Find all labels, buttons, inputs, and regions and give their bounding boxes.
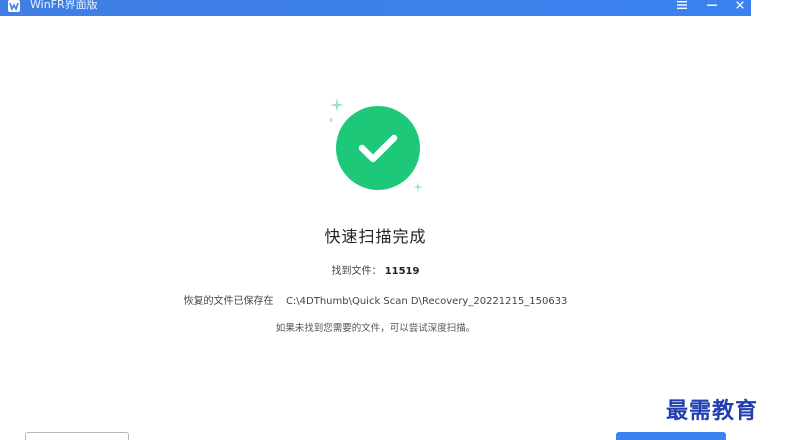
- close-icon[interactable]: [729, 0, 751, 15]
- sparkle-icon: [413, 182, 423, 192]
- found-files-line: 找到文件： 11519: [0, 262, 751, 277]
- app-logo-icon: [8, 0, 20, 12]
- saved-location-path[interactable]: C:\4DThumb\Quick Scan D\Recovery_2022121…: [286, 296, 567, 307]
- scan-complete-title: 快速扫描完成: [324, 227, 427, 246]
- window-title: WinFR界面版: [30, 0, 98, 11]
- secondary-button[interactable]: [25, 432, 129, 440]
- sparkle-icon: [330, 98, 344, 112]
- sparkle-dot-icon: [329, 118, 333, 122]
- title-bar: WinFR界面版: [0, 0, 751, 16]
- checkmark-icon: [358, 134, 398, 163]
- check-circle-icon: [328, 98, 428, 198]
- minimize-icon[interactable]: [701, 0, 723, 15]
- found-files-label: 找到文件：: [331, 266, 382, 277]
- saved-location-line: 恢复的文件已保存在 C:\4DThumb\Quick Scan D\Recove…: [0, 292, 751, 307]
- found-files-count: 11519: [384, 266, 420, 277]
- watermark-text: 最需教育: [666, 398, 759, 424]
- saved-location-label: 恢复的文件已保存在: [183, 296, 274, 307]
- primary-button[interactable]: [616, 432, 726, 440]
- app-window: WinFR界面版 快速扫描完成 找到文件： 11519 恢复的文件已保存在 C:…: [0, 0, 751, 440]
- hamburger-icon[interactable]: [671, 0, 693, 15]
- deep-scan-hint: 如果未找到您需要的文件，可以尝试深度扫描。: [275, 323, 476, 334]
